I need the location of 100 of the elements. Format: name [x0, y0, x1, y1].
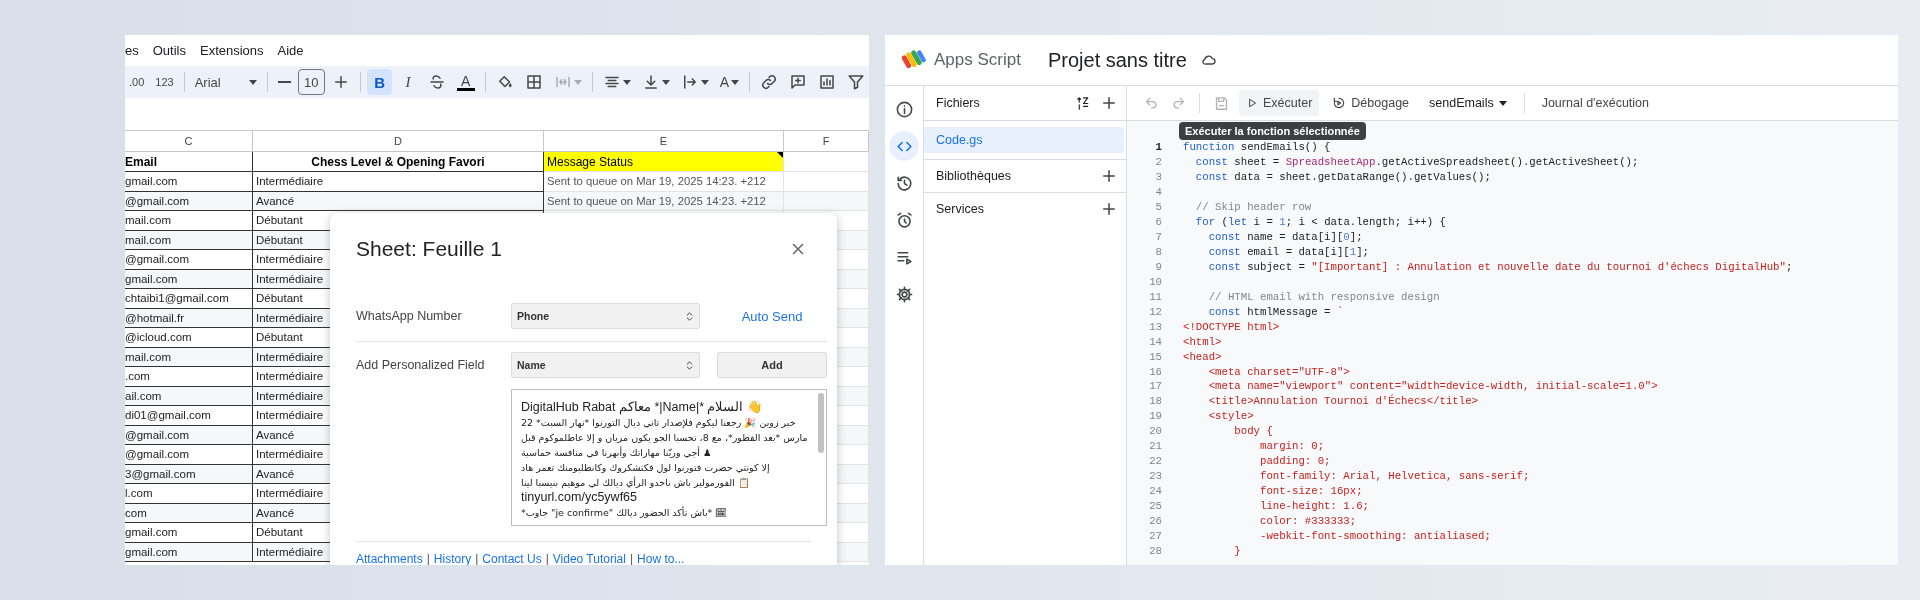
line-number: 22	[1148, 455, 1162, 468]
code-line: const subject = "[Important] : Annulation et nouvelle date du tournoi d'échecs DigitalHub";	[1207, 260, 1793, 273]
table-cell: gmail.com	[125, 172, 253, 192]
footer-link[interactable]: Contact Us	[482, 552, 542, 565]
code-line: <meta name="viewport" content="width=device-width, initial-scale=1.0">	[1207, 380, 1658, 393]
separator: |	[545, 552, 549, 565]
bold-button[interactable]: B	[366, 69, 393, 95]
caret-icon	[661, 79, 670, 85]
menu-item[interactable]: Extensions	[199, 43, 264, 58]
table-header-cell: Message Status	[544, 152, 784, 172]
code-line: font-family: Arial, Helvetica, sans-serif;	[1258, 470, 1530, 483]
table-cell: mail.com	[125, 230, 253, 250]
table-cell: com	[125, 503, 253, 523]
line-number: 1	[1154, 141, 1162, 154]
borders-icon	[524, 73, 543, 91]
table-cell: gmail.com	[125, 542, 253, 562]
code-line: const email = data[i][1];	[1207, 246, 1369, 259]
column-header[interactable]: D	[253, 130, 544, 152]
column-header[interactable]: F	[784, 130, 869, 152]
line-number: 11	[1148, 290, 1162, 303]
footer-link[interactable]: Attachments	[356, 552, 423, 565]
footer-link[interactable]: History	[433, 552, 472, 565]
code-line: <html>	[1183, 335, 1222, 348]
line-number: 15	[1148, 350, 1162, 363]
code-line: // Skip header row	[1194, 201, 1312, 214]
debug-button[interactable]: Débogage	[1325, 90, 1417, 116]
line-number: 27	[1148, 529, 1162, 542]
code-line: body {	[1233, 425, 1273, 438]
add-button[interactable]	[1100, 167, 1118, 185]
number-format-button[interactable]: 123	[151, 69, 178, 95]
project-title[interactable]: Projet sans titre	[1047, 48, 1187, 72]
undo-icon	[1144, 95, 1159, 111]
italic-button[interactable]: I	[395, 69, 421, 95]
add-file-button[interactable]	[1100, 94, 1118, 112]
line-number: 3	[1154, 171, 1162, 184]
caret-icon	[573, 79, 582, 85]
code-line: padding: 0;	[1258, 455, 1331, 468]
column-header[interactable]: C	[125, 130, 253, 152]
line-number: 17	[1148, 380, 1162, 393]
table-cell: mail.com	[125, 211, 253, 231]
code-line: const data = sheet.getDataRange().getValues();	[1194, 171, 1491, 184]
table-cell: @icloud.com	[125, 328, 253, 348]
add-button[interactable]: Add	[717, 352, 827, 378]
table-cell: .com	[125, 367, 253, 387]
plus-icon	[1100, 200, 1118, 218]
section-title: Bibliothèques	[936, 169, 1013, 183]
add-button[interactable]	[1100, 200, 1118, 218]
table-cell: gmail.com	[125, 523, 253, 543]
line-number: 10	[1148, 275, 1162, 288]
code-line: <title>Annulation Tournoi d'Échecs</title>	[1207, 395, 1479, 408]
code-button[interactable]	[889, 131, 919, 161]
add-comment-icon	[789, 73, 807, 91]
font-size-field[interactable]: 10	[297, 69, 325, 95]
column-header[interactable]: E	[544, 130, 784, 152]
logo-icon	[902, 49, 926, 71]
menu-item[interactable]: es	[125, 43, 139, 58]
scrollbar[interactable]	[818, 393, 824, 453]
link-icon	[760, 73, 778, 91]
text-rotation-button[interactable]: A	[715, 69, 744, 95]
table-cell: ail.com	[125, 386, 253, 406]
table-cell: @hotmail.fr	[125, 308, 253, 328]
line-number: 6	[1154, 216, 1162, 229]
line-number: 21	[1148, 440, 1162, 453]
function-dropdown[interactable]: sendEmails	[1422, 90, 1514, 116]
auto-send-link[interactable]: Auto Send	[717, 308, 827, 324]
file-item[interactable]: Code.gs	[924, 127, 1124, 153]
line-number: 25	[1148, 499, 1162, 512]
pane-title: Fichiers	[936, 96, 981, 110]
font-dropdown[interactable]: Arial	[190, 69, 261, 95]
table-cell: @gmail.com	[125, 425, 253, 445]
menu-item[interactable]: Outils	[152, 43, 186, 58]
field-select[interactable]: Name	[511, 352, 700, 378]
run-button[interactable]: Exécuter	[1239, 90, 1320, 116]
plus-icon	[1100, 167, 1118, 185]
note-marker	[777, 152, 783, 158]
footer-link[interactable]: How to...	[637, 552, 685, 565]
code-line: <head>	[1183, 350, 1222, 363]
line-number: 14	[1148, 335, 1162, 348]
table-cell: di01@gmail.com	[125, 406, 253, 426]
tooltip: Exécuter la fonction sélectionnée	[1179, 122, 1366, 140]
code-line: <meta charset="UTF-8">	[1207, 365, 1350, 378]
phone-select[interactable]: Phone	[511, 303, 700, 329]
line-number: 23	[1148, 470, 1162, 483]
line-number: 5	[1154, 201, 1162, 214]
text-color-button[interactable]: A	[452, 69, 479, 95]
app-name: Apps Script	[934, 50, 1021, 70]
code-line: function sendEmails() {	[1183, 141, 1331, 154]
execution-log-button[interactable]: Journal d'exécution	[1534, 90, 1656, 116]
footer-link[interactable]: Video Tutorial	[552, 552, 626, 565]
line-number: 19	[1148, 410, 1162, 423]
code-line: -webkit-font-smoothing: antialiased;	[1258, 529, 1491, 542]
menu-item[interactable]: Aide	[277, 43, 304, 58]
caret-icon	[248, 79, 257, 85]
code-line: margin: 0;	[1258, 440, 1325, 453]
line-number: 18	[1148, 395, 1162, 408]
redo-icon	[1171, 95, 1186, 111]
minus-icon	[277, 81, 291, 83]
field-label: WhatsApp Number	[356, 309, 463, 323]
line-number: 16	[1148, 365, 1162, 378]
number-format-button[interactable]: .00	[125, 69, 149, 95]
